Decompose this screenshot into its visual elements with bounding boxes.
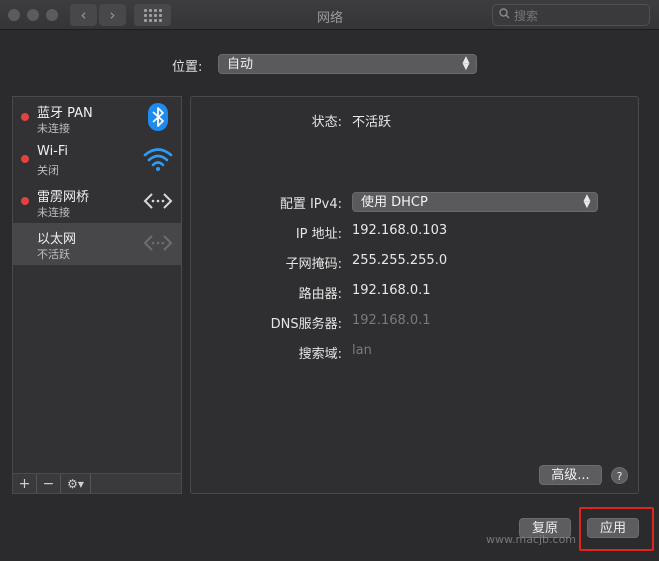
chevron-left-icon: ‹ <box>80 6 87 24</box>
ip-address-value: 192.168.0.103 <box>352 223 448 238</box>
updown-chevron-icon: ▲ ▼ <box>462 55 470 72</box>
title-bar: ‹ › 网络 搜索 <box>0 0 659 30</box>
service-status: 未连接 <box>37 206 70 219</box>
updown-chevron-icon: ▲ ▼ <box>583 193 591 210</box>
service-status: 未连接 <box>37 122 70 135</box>
subnet-mask-value: 255.255.255.0 <box>352 253 448 268</box>
service-list-toolbar: + − ⚙▾ <box>12 474 182 494</box>
search-domain-label: 搜索域: <box>298 347 342 362</box>
location-value: 自动 <box>227 57 254 72</box>
configure-ipv4-value: 使用 DHCP <box>361 195 428 210</box>
location-popup[interactable]: 自动 ▲ ▼ <box>218 54 477 74</box>
search-placeholder: 搜索 <box>514 8 539 23</box>
service-name: Wi-Fi <box>37 144 69 159</box>
subnet-mask-label: 子网掩码: <box>285 257 342 272</box>
wifi-icon <box>143 144 173 174</box>
zoom-window-button[interactable] <box>46 9 58 21</box>
ethernet-arrows-icon <box>143 228 173 258</box>
grid-icon <box>143 8 162 22</box>
status-dot <box>21 155 29 163</box>
service-item-ethernet[interactable]: 以太网 不活跃 <box>13 223 181 265</box>
apply-highlight-box <box>579 507 654 551</box>
service-item-wifi[interactable]: Wi-Fi 关闭 <box>13 139 181 181</box>
service-name: 以太网 <box>37 232 77 247</box>
back-button[interactable]: ‹ <box>70 4 97 26</box>
service-item-bluetooth-pan[interactable]: 蓝牙 PAN 未连接 <box>13 97 181 139</box>
minimize-window-button[interactable] <box>27 9 39 21</box>
service-status: 关闭 <box>37 164 59 177</box>
bridge-arrows-icon <box>143 186 173 216</box>
configure-ipv4-label: 配置 IPv4: <box>279 197 342 212</box>
router-value: 192.168.0.1 <box>352 283 431 298</box>
search-domain-value: lan <box>352 343 372 358</box>
show-all-button[interactable] <box>134 4 171 26</box>
service-name: 雷雳网桥 <box>37 190 90 205</box>
help-button[interactable]: ? <box>611 467 628 484</box>
location-label: 位置: <box>172 60 203 75</box>
watermark: www.macjb.com <box>486 533 577 546</box>
chevron-right-icon: › <box>109 6 116 24</box>
status-dot <box>21 197 29 205</box>
service-status: 不活跃 <box>37 248 70 261</box>
advanced-button[interactable]: 高级... <box>539 465 602 485</box>
bluetooth-icon <box>143 102 173 132</box>
close-window-button[interactable] <box>8 9 20 21</box>
dns-server-value: 192.168.0.1 <box>352 313 431 328</box>
forward-button[interactable]: › <box>99 4 126 26</box>
status-label: 状态: <box>311 115 342 130</box>
service-list[interactable]: 蓝牙 PAN 未连接 Wi-Fi 关闭 雷雳网桥 未连接 以太网 不活跃 <box>12 96 182 474</box>
window-title: 网络 <box>316 11 343 26</box>
router-label: 路由器: <box>298 287 342 302</box>
remove-service-button[interactable]: − <box>37 474 61 493</box>
search-field[interactable]: 搜索 <box>492 4 650 26</box>
service-item-thunderbolt-bridge[interactable]: 雷雳网桥 未连接 <box>13 181 181 223</box>
status-value: 不活跃 <box>352 115 392 130</box>
ip-address-label: IP 地址: <box>295 227 342 242</box>
dns-server-label: DNS服务器: <box>270 317 342 332</box>
configure-ipv4-popup[interactable]: 使用 DHCP ▲ ▼ <box>352 192 598 212</box>
search-icon <box>499 8 510 22</box>
gear-menu-button[interactable]: ⚙▾ <box>61 474 91 493</box>
add-service-button[interactable]: + <box>13 474 37 493</box>
service-name: 蓝牙 PAN <box>37 106 93 121</box>
status-dot <box>21 113 29 121</box>
